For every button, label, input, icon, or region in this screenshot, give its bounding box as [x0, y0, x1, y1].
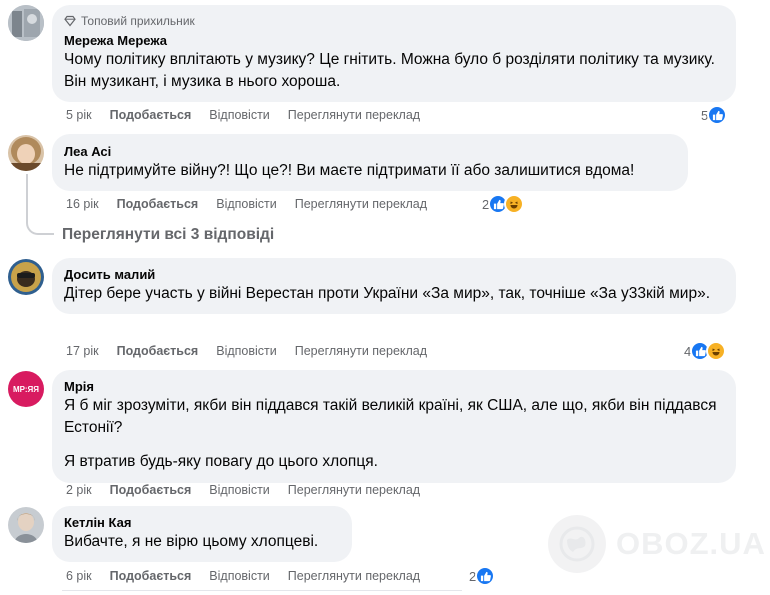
avatar-photo-icon — [8, 5, 44, 41]
see-translation-button[interactable]: Переглянути переклад — [295, 344, 427, 358]
avatar[interactable] — [8, 259, 44, 295]
avatar[interactable] — [8, 5, 44, 41]
author-name[interactable]: Мережа Мережа — [64, 32, 724, 49]
avatar-photo-icon — [8, 259, 44, 295]
haha-reaction-icon — [706, 341, 727, 361]
comment-bubble: Кетлін Кая Вибачте, я не вірю цьому хлоп… — [52, 506, 352, 562]
top-fan-badge[interactable]: Топовий прихильник — [64, 14, 724, 28]
comment-actions: 5 рік Подобається Відповісти Переглянути… — [66, 105, 438, 125]
comment-bubble: Мрія Я б міг зрозуміти, якби він піддавс… — [52, 370, 736, 483]
thread-curve — [26, 215, 54, 235]
like-reaction-icon — [707, 105, 728, 125]
timestamp[interactable]: 2 рік — [66, 483, 92, 497]
like-button[interactable]: Подобається — [117, 197, 199, 211]
thread-line — [26, 174, 28, 218]
author-name[interactable]: Кетлін Кая — [64, 514, 340, 531]
diamond-icon — [64, 15, 76, 27]
like-button[interactable]: Подобається — [117, 344, 199, 358]
reply-button[interactable]: Відповісти — [209, 569, 270, 583]
like-button[interactable]: Подобається — [110, 108, 192, 122]
like-button[interactable]: Подобається — [110, 483, 192, 497]
comment-text: Не підтримуйте війну?! Що це?! Ви маєте … — [64, 162, 635, 179]
comment-text: Вибачте, я не вірю цьому хлопцеві. — [64, 533, 319, 550]
reply-button[interactable]: Відповісти — [209, 483, 270, 497]
author-name[interactable]: Досить малий — [64, 266, 724, 283]
reactions-summary[interactable]: 5 — [701, 104, 728, 126]
comment-actions: 6 рік Подобається Відповісти Переглянути… — [66, 566, 438, 586]
reply-button[interactable]: Відповісти — [216, 344, 277, 358]
comment-bubble: Леа Асі Не підтримуйте війну?! Що це?! В… — [52, 134, 688, 191]
author-name[interactable]: Мрія — [64, 378, 724, 395]
avatar[interactable] — [8, 135, 44, 171]
comment-actions: 16 рік Подобається Відповісти Переглянут… — [66, 194, 445, 214]
like-button[interactable]: Подобається — [110, 569, 192, 583]
avatar-logo-text: МР:ЯЯ — [12, 384, 40, 394]
comment-text: Дітер бере участь у війні Верестан проти… — [64, 285, 710, 302]
globe-logo-icon — [548, 515, 606, 573]
badge-label: Топовий прихильник — [81, 14, 195, 28]
comment-bubble: Топовий прихильник Мережа Мережа Чому по… — [52, 5, 736, 102]
haha-reaction-icon — [504, 194, 525, 214]
reply-button[interactable]: Відповісти — [209, 108, 270, 122]
avatar[interactable]: МР:ЯЯ — [8, 371, 44, 407]
timestamp[interactable]: 5 рік — [66, 108, 92, 122]
avatar-photo-icon — [8, 507, 44, 543]
see-translation-button[interactable]: Переглянути переклад — [295, 197, 427, 211]
comment-text: Я б міг зрозуміти, якби він піддався так… — [64, 397, 717, 436]
reactions-summary[interactable]: 2 — [482, 193, 525, 215]
comment-actions: 2 рік Подобається Відповісти Переглянути… — [66, 480, 438, 500]
reply-button[interactable]: Відповісти — [216, 197, 277, 211]
comment-text: Чому політику вплітають у музику? Це гні… — [64, 51, 715, 90]
view-all-replies-link[interactable]: Переглянути всі 3 відповіді — [62, 226, 274, 244]
timestamp[interactable]: 16 рік — [66, 197, 99, 211]
watermark: OBOZ.UA — [548, 515, 766, 573]
comment-bubble: Досить малий Дітер бере участь у війні В… — [52, 258, 736, 314]
timestamp[interactable]: 17 рік — [66, 344, 99, 358]
avatar[interactable] — [8, 507, 44, 543]
timestamp[interactable]: 6 рік — [66, 569, 92, 583]
watermark-text: OBOZ.UA — [616, 526, 766, 561]
comment-text-paragraph: Я втратив будь-яку повагу до цього хлопц… — [64, 453, 378, 470]
see-translation-button[interactable]: Переглянути переклад — [288, 569, 420, 583]
comment-actions: 17 рік Подобається Відповісти Переглянут… — [66, 341, 445, 361]
reactions-summary[interactable]: 2 — [469, 565, 496, 587]
author-name[interactable]: Леа Асі — [64, 143, 676, 160]
avatar-photo-icon — [8, 135, 44, 171]
reactions-summary[interactable]: 4 — [684, 340, 727, 362]
see-translation-button[interactable]: Переглянути переклад — [288, 483, 420, 497]
like-reaction-icon — [475, 566, 496, 586]
divider — [62, 590, 462, 591]
see-translation-button[interactable]: Переглянути переклад — [288, 108, 420, 122]
